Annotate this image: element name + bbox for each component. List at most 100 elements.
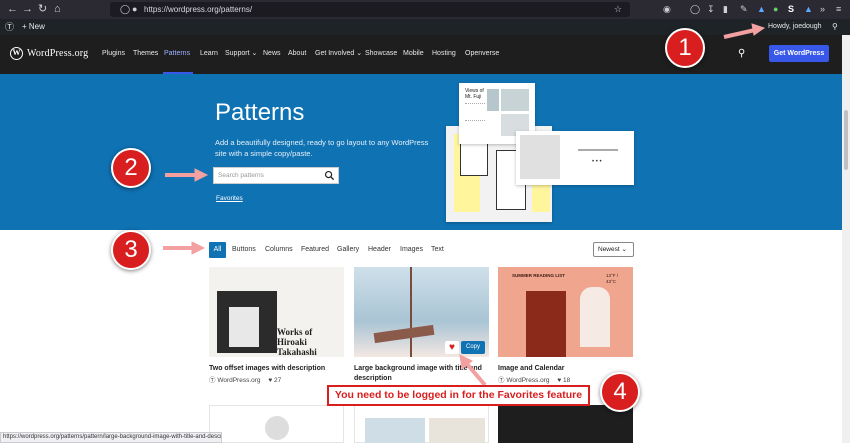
pattern-meta: Ⓣ WordPress.org ♥ 18 <box>498 376 570 385</box>
favorite-heart-button[interactable]: ♥ <box>445 341 459 354</box>
annotation-badge: 2 <box>111 148 151 188</box>
scrollbar[interactable] <box>842 35 850 443</box>
pattern-meta: Ⓣ WordPress.org ♥ 27 <box>209 376 281 385</box>
chevron-down-icon: ⌄ <box>251 50 258 57</box>
hero-description: Add a beautifully designed, ready to go … <box>215 138 429 147</box>
favorites-link[interactable]: Favorites <box>216 194 243 203</box>
thumbnail-image <box>580 287 610 347</box>
wordpress-logo-icon[interactable]: W <box>10 47 23 60</box>
nav-item-support[interactable]: Support ⌄ <box>225 49 257 59</box>
search-icon[interactable] <box>324 170 335 181</box>
card-image <box>520 135 560 179</box>
card-image <box>487 89 499 111</box>
home-icon[interactable]: ⌂ <box>54 3 61 15</box>
nav-item-themes[interactable]: Themes <box>133 49 158 59</box>
pattern-title[interactable]: description <box>354 374 392 383</box>
nav-item-about[interactable]: About <box>288 49 306 59</box>
filter-tab-featured[interactable]: Featured <box>301 242 329 258</box>
nav-item-mobile[interactable]: Mobile <box>403 49 424 59</box>
page-title: Patterns <box>215 99 305 126</box>
hamburger-menu-icon[interactable]: ≡ <box>836 3 841 15</box>
nav-item-learn[interactable]: Learn <box>200 49 218 59</box>
nav-item-plugins[interactable]: Plugins <box>102 49 125 59</box>
heart-icon: ♥ <box>557 377 562 384</box>
chevron-down-icon: ⌄ <box>621 246 627 253</box>
nav-item-news[interactable]: News <box>263 49 281 59</box>
thumbnail-text: 13°F / 43°C <box>606 273 619 284</box>
annotation-callout: You need to be logged in for the Favorit… <box>327 385 590 406</box>
annotation-badge: 4 <box>600 372 640 412</box>
pattern-preview-card: • • • <box>516 131 634 185</box>
nav-item-get-involved-label: Get Involved <box>315 50 355 57</box>
admin-bar: Ⓣ + New Howdy, joedough ⚲ <box>0 19 850 50</box>
pattern-author: WordPress.org <box>217 377 261 384</box>
status-url: https://wordpress.org/patterns/pattern/l… <box>0 432 222 443</box>
pattern-title[interactable]: Large background image with title and <box>354 364 482 373</box>
filter-tab-buttons[interactable]: Buttons <box>232 242 256 258</box>
search-icon[interactable]: ⚲ <box>738 48 745 60</box>
extension-s-icon[interactable]: S <box>788 3 794 15</box>
forward-icon[interactable]: → <box>22 3 33 15</box>
extension-icon[interactable]: ▲ <box>804 3 813 15</box>
card-text-lines <box>578 149 618 151</box>
pattern-title[interactable]: Image and Calendar <box>498 364 565 373</box>
search-placeholder: Search patterns <box>218 172 264 179</box>
pattern-thumbnail[interactable] <box>209 405 344 443</box>
thumbnail-image <box>373 324 435 344</box>
extension-icon[interactable]: ● <box>773 3 778 15</box>
howdy-user[interactable]: Howdy, joedough <box>768 19 822 35</box>
nav-item-openverse[interactable]: Openverse <box>465 49 499 59</box>
hero-description: site with a simple copy/paste. <box>215 149 313 158</box>
filter-tab-gallery[interactable]: Gallery <box>337 242 359 258</box>
nav-item-showcase[interactable]: Showcase <box>365 49 397 59</box>
pattern-thumbnail[interactable] <box>354 405 489 443</box>
card-image <box>501 89 529 111</box>
pattern-title[interactable]: Two offset images with description <box>209 364 325 373</box>
pen-icon[interactable]: ✎ <box>740 3 748 15</box>
heart-icon: ♥ <box>268 377 273 384</box>
pattern-thumbnail[interactable]: SUMMER READING LIST 13°F / 43°C <box>498 267 633 357</box>
thumbnail-image <box>365 418 425 443</box>
get-wordpress-button[interactable]: Get WordPress <box>769 45 829 62</box>
filter-tab-text[interactable]: Text <box>431 242 444 258</box>
shield-icon[interactable]: ◯ <box>690 3 700 15</box>
download-icon[interactable]: ↧ <box>707 3 715 15</box>
filter-tab-columns[interactable]: Columns <box>265 242 293 258</box>
nav-item-hosting[interactable]: Hosting <box>432 49 456 59</box>
browser-toolbar: ← → ↻ ⌂ ◯ ● https://wordpress.org/patter… <box>0 0 850 19</box>
arrow-head <box>191 241 206 255</box>
pattern-thumbnail[interactable]: Works of Hiroaki Takahashi <box>209 267 344 357</box>
nav-item-get-involved[interactable]: Get Involved ⌄ <box>315 49 362 59</box>
reload-icon[interactable]: ↻ <box>38 3 47 15</box>
wordpress-logo-icon[interactable]: Ⓣ <box>5 19 14 35</box>
site-logo-text[interactable]: WordPress.org <box>27 48 88 60</box>
thumbnail-image <box>429 418 485 443</box>
scrollbar-thumb[interactable] <box>844 110 848 170</box>
new-menu[interactable]: + New <box>22 19 45 35</box>
overflow-icon[interactable]: » <box>820 3 825 15</box>
pocket-icon[interactable]: ◉ <box>663 3 671 15</box>
url-text: https://wordpress.org/patterns/ <box>144 5 253 14</box>
sort-select[interactable]: Newest ⌄ <box>593 242 634 257</box>
chevron-down-icon: ⌄ <box>356 50 363 57</box>
url-bar[interactable]: ◯ ● https://wordpress.org/patterns/ ☆ <box>110 2 630 17</box>
nav-item-patterns[interactable]: Patterns <box>164 49 190 59</box>
bookmark-star-icon[interactable]: ☆ <box>614 3 622 15</box>
shield-icon: ◯ <box>120 4 131 14</box>
pattern-author: WordPress.org <box>506 377 550 384</box>
thumbnail-image <box>410 267 412 357</box>
extension-icon[interactable]: ▲ <box>757 3 766 15</box>
search-input[interactable]: Search patterns <box>213 167 339 184</box>
filter-tab-images[interactable]: Images <box>400 242 423 258</box>
filter-tab-all[interactable]: All <box>209 242 226 258</box>
card-title: Views of Mt. Fuji <box>465 88 484 100</box>
search-icon[interactable]: ⚲ <box>832 19 838 35</box>
annotation-badge: 1 <box>665 28 705 68</box>
copy-button[interactable]: Copy <box>461 341 485 354</box>
pattern-likes: 27 <box>274 377 282 384</box>
annotation-badge: 3 <box>111 230 151 270</box>
thumbnail-text: Works of Hiroaki Takahashi <box>277 327 317 357</box>
library-icon[interactable]: ▮ <box>723 3 728 15</box>
back-icon[interactable]: ← <box>7 3 18 15</box>
filter-tab-header[interactable]: Header <box>368 242 391 258</box>
